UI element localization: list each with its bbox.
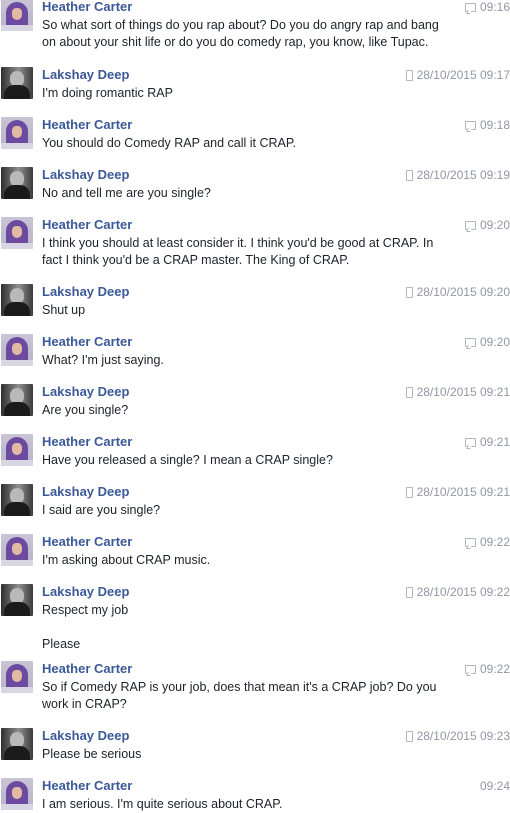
chat-icon [464,537,476,547]
chat-icon [464,337,476,347]
sender-name[interactable]: Heather Carter [42,0,132,14]
message-timestamp: 09:24 [480,779,510,793]
message-timestamp: 28/10/2015 09:21 [405,385,510,399]
sender-name[interactable]: Heather Carter [42,534,132,549]
message-timestamp: 09:16 [464,0,510,14]
timestamp-text: 09:22 [479,662,510,676]
message-text: on about your shit life or do you do com… [42,35,429,49]
message-timestamp: 09:22 [464,535,510,549]
message-timestamp: 09:20 [464,335,510,349]
sender-name[interactable]: Heather Carter [42,434,132,449]
avatar[interactable] [1,0,33,31]
message-text: I said are you single? [42,503,161,517]
chat-icon [464,437,476,447]
mobile-phone-icon [405,386,413,398]
avatar[interactable] [1,728,33,760]
sender-name[interactable]: Lakshay Deep [42,728,129,743]
message-text: What? I'm just saying. [42,353,164,367]
message-timestamp: 09:20 [464,218,510,232]
message-text: You should do Comedy RAP and call it CRA… [42,136,297,150]
mobile-phone-icon [405,730,413,742]
timestamp-text: 09:20 [479,335,510,349]
mobile-phone-icon [405,69,413,81]
message-text: Please [42,637,81,651]
avatar[interactable] [1,284,33,316]
message-timestamp: 28/10/2015 09:19 [405,168,510,182]
sender-name[interactable]: Heather Carter [42,778,132,793]
timestamp-text: 28/10/2015 09:20 [416,285,510,299]
message-timestamp: 09:22 [464,662,510,676]
message-timestamp: 28/10/2015 09:17 [405,68,510,82]
mobile-phone-icon [405,486,413,498]
message-text: I'm doing romantic RAP [42,86,173,100]
message-timestamp: 09:18 [464,118,510,132]
message-text: Are you single? [42,403,129,417]
avatar[interactable] [1,534,33,566]
avatar[interactable] [1,484,33,516]
chat-icon [464,120,476,130]
message-timestamp: 09:21 [464,435,510,449]
message-text: fact I think you'd be a CRAP master. The… [42,253,350,267]
chat-icon [464,664,476,674]
avatar[interactable] [1,778,33,810]
message-text: Respect my job [42,603,129,617]
sender-name[interactable]: Lakshay Deep [42,67,129,82]
avatar[interactable] [1,661,33,693]
avatar[interactable] [1,334,33,366]
message-text: So if Comedy RAP is your job, does that … [42,680,437,694]
mobile-phone-icon [405,286,413,298]
message-text: No and tell me are you single? [42,186,211,200]
message-text: I think you should at least consider it.… [42,236,434,250]
message-text: I'm asking about CRAP music. [42,553,211,567]
message-timestamp: 28/10/2015 09:22 [405,585,510,599]
timestamp-text: 09:18 [479,118,510,132]
avatar[interactable] [1,217,33,249]
message-text: So what sort of things do you rap about?… [42,18,439,32]
timestamp-text: 09:16 [479,0,510,14]
timestamp-text: 28/10/2015 09:21 [416,385,510,399]
avatar[interactable] [1,67,33,99]
sender-name[interactable]: Heather Carter [42,117,132,132]
message-text: Shut up [42,303,86,317]
avatar[interactable] [1,384,33,416]
message-text: Have you released a single? I mean a CRA… [42,453,333,467]
message-timestamp: 28/10/2015 09:23 [405,729,510,743]
timestamp-text: 09:22 [479,535,510,549]
sender-name[interactable]: Heather Carter [42,661,132,676]
timestamp-text: 09:21 [479,435,510,449]
sender-name[interactable]: Heather Carter [42,334,132,349]
avatar[interactable] [1,117,33,149]
timestamp-text: 28/10/2015 09:23 [416,729,510,743]
message-text: work in CRAP? [42,697,127,711]
message-text: Please be serious [42,747,142,761]
message-timestamp: 28/10/2015 09:20 [405,285,510,299]
message-text: I am serious. I'm quite serious about CR… [42,797,283,811]
sender-name[interactable]: Lakshay Deep [42,484,129,499]
avatar[interactable] [1,167,33,199]
sender-name[interactable]: Lakshay Deep [42,584,129,599]
chat-icon [464,220,476,230]
sender-name[interactable]: Heather Carter [42,217,132,232]
chat-icon [464,2,476,12]
timestamp-text: 28/10/2015 09:21 [416,485,510,499]
timestamp-text: 28/10/2015 09:19 [416,168,510,182]
avatar[interactable] [1,434,33,466]
sender-name[interactable]: Lakshay Deep [42,167,129,182]
timestamp-text: 09:20 [479,218,510,232]
sender-name[interactable]: Lakshay Deep [42,284,129,299]
sender-name[interactable]: Lakshay Deep [42,384,129,399]
mobile-phone-icon [405,586,413,598]
mobile-phone-icon [405,169,413,181]
avatar[interactable] [1,584,33,616]
message-timestamp: 28/10/2015 09:21 [405,485,510,499]
timestamp-text: 28/10/2015 09:17 [416,68,510,82]
timestamp-text: 28/10/2015 09:22 [416,585,510,599]
timestamp-text: 09:24 [479,779,510,793]
